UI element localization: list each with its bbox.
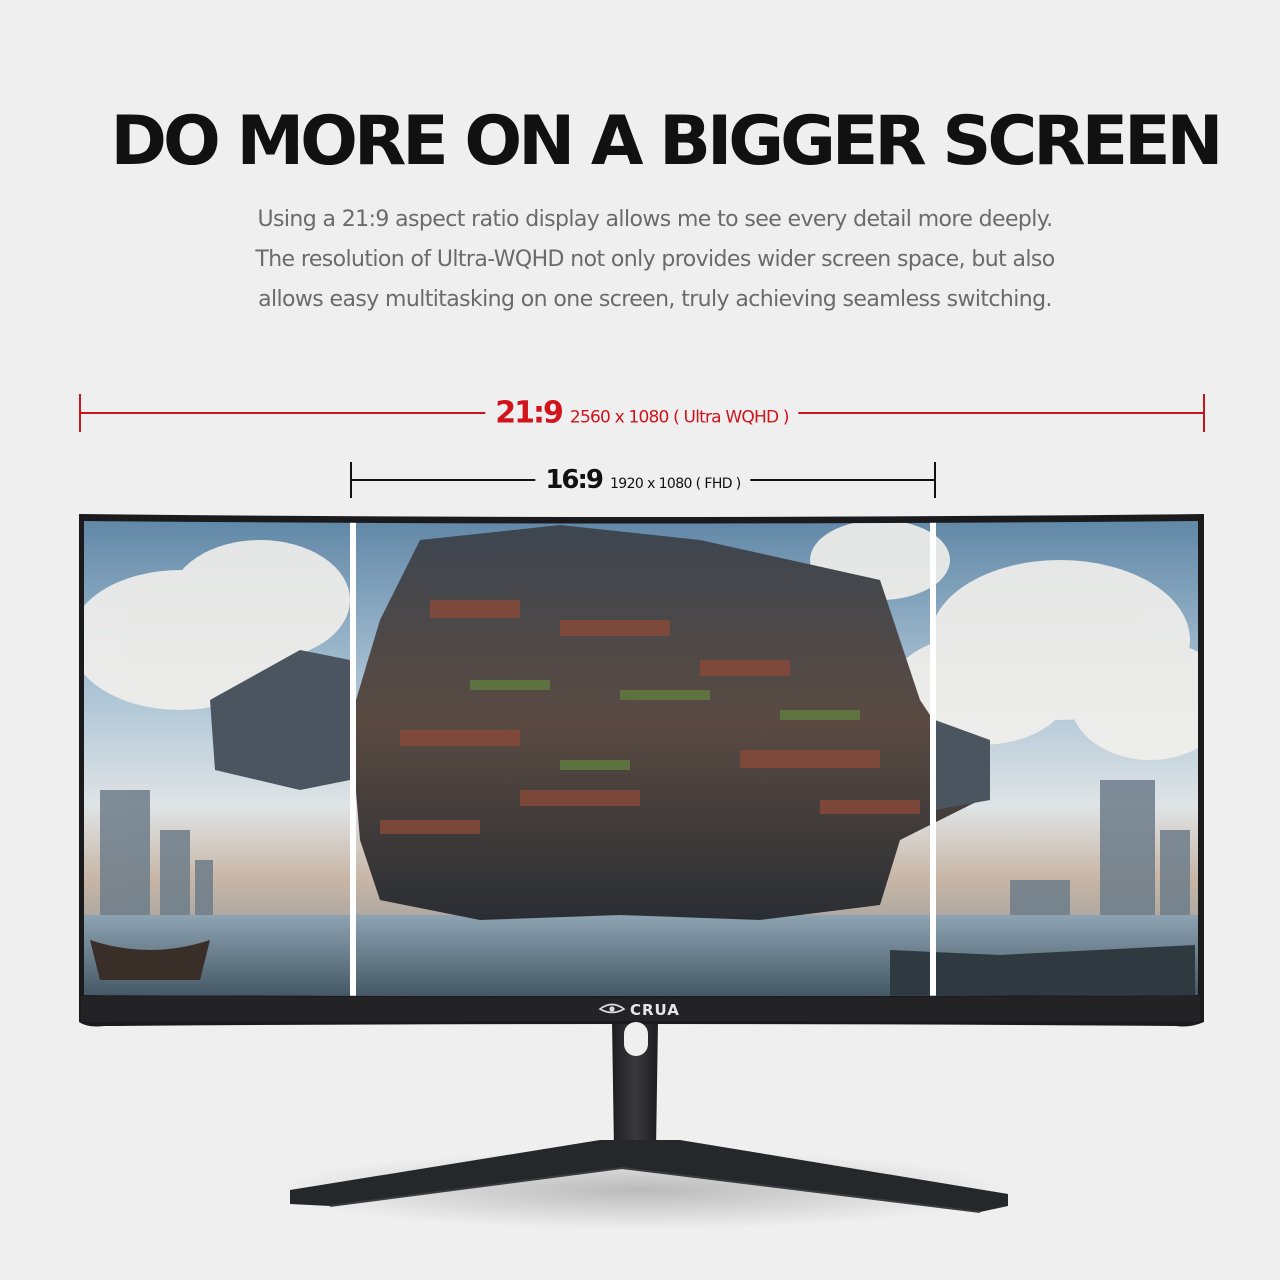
monitor-stand [290,1020,1008,1213]
curved-monitor: CRUA [79,514,1204,1213]
screen-image [84,521,1198,996]
cable-hole [624,1022,648,1056]
brand-name: CRUA [630,1001,680,1019]
